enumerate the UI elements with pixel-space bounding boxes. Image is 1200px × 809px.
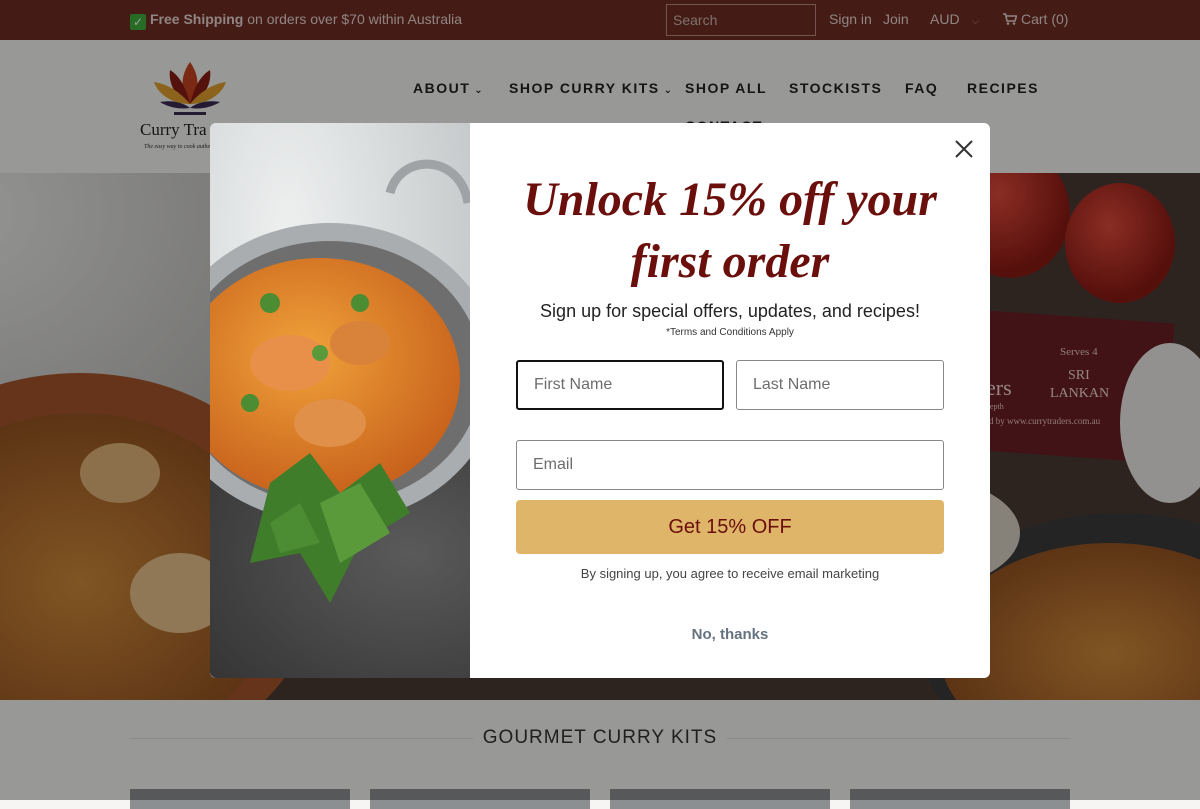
popup-headline-line2: first order	[630, 235, 830, 288]
marketing-disclaimer: By signing up, you agree to receive emai…	[580, 566, 880, 581]
close-button[interactable]	[952, 137, 976, 161]
signup-popup: Unlock 15% off your first order Sign up …	[210, 123, 990, 678]
popup-image	[210, 123, 470, 678]
popup-subhead: Sign up for special offers, updates, and…	[540, 301, 920, 321]
popup-body: Unlock 15% off your first order Sign up …	[470, 123, 990, 678]
terms-note: *Terms and Conditions Apply	[666, 327, 794, 338]
close-icon	[955, 140, 973, 158]
popup-headline-line1: Unlock 15% off your	[523, 173, 937, 226]
get-discount-button[interactable]: Get 15% OFF	[516, 500, 944, 554]
email-field[interactable]	[516, 440, 944, 490]
no-thanks-button[interactable]: No, thanks	[470, 626, 990, 643]
last-name-field[interactable]	[736, 360, 944, 410]
curry-bowl-image	[210, 123, 470, 678]
popup-headline: Unlock 15% off your first order	[470, 169, 990, 293]
first-name-field[interactable]	[516, 360, 724, 410]
